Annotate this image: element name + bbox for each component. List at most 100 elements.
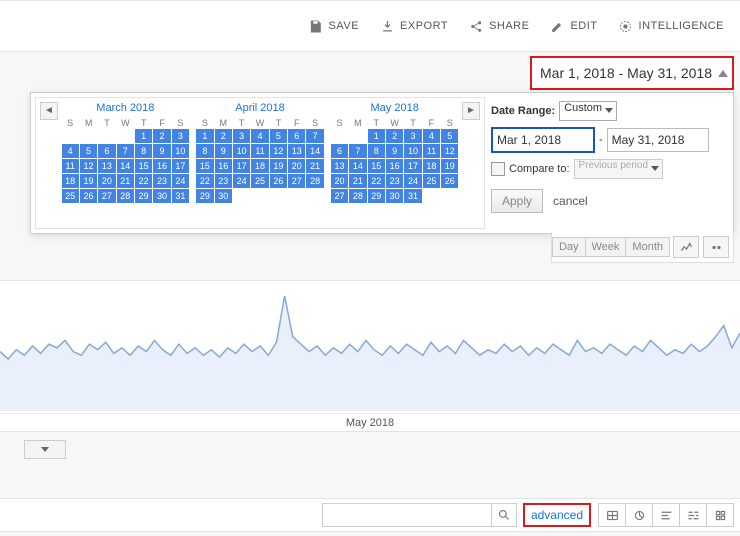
calendar-day-cell[interactable]: 10: [172, 144, 189, 158]
calendar-day-cell[interactable]: 23: [386, 174, 403, 188]
calendar-day-cell[interactable]: 25: [62, 189, 79, 203]
calendar-day-cell[interactable]: 24: [404, 174, 421, 188]
calendar-day-cell[interactable]: 21: [349, 174, 366, 188]
calendar-day-cell[interactable]: 6: [331, 144, 348, 158]
calendar-month-title[interactable]: April 2018: [196, 98, 325, 118]
calendar-day-cell[interactable]: 27: [98, 189, 115, 203]
calendar-day-cell[interactable]: 14: [349, 159, 366, 173]
end-date-input[interactable]: May 31, 2018: [607, 128, 709, 152]
calendar-next-button[interactable]: ►: [462, 102, 480, 120]
calendar-day-cell[interactable]: 4: [251, 129, 268, 143]
calendar-day-cell[interactable]: 11: [251, 144, 268, 158]
calendar-day-cell[interactable]: 31: [172, 189, 189, 203]
calendar-day-cell[interactable]: 21: [306, 159, 323, 173]
calendar-day-cell[interactable]: 27: [288, 174, 305, 188]
calendar-day-cell[interactable]: 17: [404, 159, 421, 173]
date-range-select[interactable]: Custom: [559, 101, 617, 121]
calendar-day-cell[interactable]: 21: [117, 174, 134, 188]
edit-button[interactable]: EDIT: [539, 1, 607, 51]
calendar-day-cell[interactable]: 30: [386, 189, 403, 203]
calendar-day-cell[interactable]: 11: [62, 159, 79, 173]
granularity-month[interactable]: Month: [625, 237, 670, 257]
calendar-day-cell[interactable]: 1: [196, 129, 213, 143]
advanced-link[interactable]: advanced: [531, 508, 583, 522]
chart-compare-toggle[interactable]: [703, 236, 729, 258]
calendar-day-cell[interactable]: 22: [135, 174, 152, 188]
calendar-day-cell[interactable]: 30: [153, 189, 170, 203]
calendar-day-cell[interactable]: 11: [423, 144, 440, 158]
calendar-day-cell[interactable]: 18: [251, 159, 268, 173]
calendar-day-cell[interactable]: 20: [331, 174, 348, 188]
calendar-day-cell[interactable]: 10: [404, 144, 421, 158]
calendar-day-cell[interactable]: 23: [215, 174, 232, 188]
calendar-day-cell[interactable]: 5: [80, 144, 97, 158]
calendar-day-cell[interactable]: 17: [172, 159, 189, 173]
calendar-day-cell[interactable]: 29: [196, 189, 213, 203]
calendar-day-cell[interactable]: 2: [153, 129, 170, 143]
calendar-day-cell[interactable]: 3: [404, 129, 421, 143]
calendar-day-cell[interactable]: 1: [368, 129, 385, 143]
calendar-day-cell[interactable]: 13: [288, 144, 305, 158]
calendar-day-cell[interactable]: 12: [441, 144, 458, 158]
calendar-day-cell[interactable]: 30: [215, 189, 232, 203]
calendar-day-cell[interactable]: 12: [270, 144, 287, 158]
calendar-day-cell[interactable]: 20: [288, 159, 305, 173]
calendar-day-cell[interactable]: 28: [306, 174, 323, 188]
calendar-day-cell[interactable]: 28: [349, 189, 366, 203]
calendar-day-cell[interactable]: 26: [441, 174, 458, 188]
intelligence-button[interactable]: INTELLIGENCE: [608, 1, 734, 51]
compare-select[interactable]: Previous period: [574, 159, 663, 179]
calendar-day-cell[interactable]: 25: [423, 174, 440, 188]
calendar-day-cell[interactable]: 3: [172, 129, 189, 143]
calendar-day-cell[interactable]: 13: [331, 159, 348, 173]
view-performance-button[interactable]: [652, 503, 680, 527]
calendar-day-cell[interactable]: 8: [368, 144, 385, 158]
calendar-day-cell[interactable]: 5: [441, 129, 458, 143]
calendar-day-cell[interactable]: 10: [233, 144, 250, 158]
calendar-day-cell[interactable]: 29: [135, 189, 152, 203]
calendar-day-cell[interactable]: 9: [386, 144, 403, 158]
calendar-day-cell[interactable]: 17: [233, 159, 250, 173]
calendar-day-cell[interactable]: 6: [288, 129, 305, 143]
calendar-day-cell[interactable]: 28: [117, 189, 134, 203]
search-input[interactable]: [323, 505, 491, 525]
view-pie-button[interactable]: [625, 503, 653, 527]
calendar-day-cell[interactable]: 15: [368, 159, 385, 173]
compare-checkbox[interactable]: [491, 162, 505, 176]
calendar-day-cell[interactable]: 7: [349, 144, 366, 158]
calendar-day-cell[interactable]: 24: [233, 174, 250, 188]
calendar-day-cell[interactable]: 4: [62, 144, 79, 158]
chart-line-toggle[interactable]: [673, 236, 699, 258]
calendar-day-cell[interactable]: 19: [441, 159, 458, 173]
export-button[interactable]: EXPORT: [369, 1, 458, 51]
calendar-day-cell[interactable]: 2: [215, 129, 232, 143]
calendar-day-cell[interactable]: 26: [80, 189, 97, 203]
calendar-day-cell[interactable]: 3: [233, 129, 250, 143]
calendar-day-cell[interactable]: 14: [306, 144, 323, 158]
calendar-day-cell[interactable]: 2: [386, 129, 403, 143]
cancel-button[interactable]: cancel: [553, 194, 588, 208]
calendar-day-cell[interactable]: 16: [215, 159, 232, 173]
calendar-day-cell[interactable]: 31: [404, 189, 421, 203]
save-button[interactable]: SAVE: [298, 1, 370, 51]
calendar-month-title[interactable]: May 2018: [330, 98, 459, 118]
view-table-button[interactable]: [598, 503, 626, 527]
calendar-day-cell[interactable]: 4: [423, 129, 440, 143]
calendar-day-cell[interactable]: 7: [117, 144, 134, 158]
calendar-day-cell[interactable]: 14: [117, 159, 134, 173]
calendar-day-cell[interactable]: 9: [153, 144, 170, 158]
search-button[interactable]: [491, 504, 516, 526]
calendar-day-cell[interactable]: 18: [62, 174, 79, 188]
calendar-day-cell[interactable]: 7: [306, 129, 323, 143]
calendar-day-cell[interactable]: 27: [331, 189, 348, 203]
calendar-day-cell[interactable]: 9: [215, 144, 232, 158]
calendar-month-title[interactable]: March 2018: [61, 98, 190, 118]
calendar-day-cell[interactable]: 19: [80, 174, 97, 188]
plot-rows-dropdown[interactable]: [24, 440, 66, 459]
date-range-display[interactable]: Mar 1, 2018 - May 31, 2018: [530, 56, 734, 90]
calendar-day-cell[interactable]: 23: [153, 174, 170, 188]
calendar-day-cell[interactable]: 15: [135, 159, 152, 173]
calendar-day-cell[interactable]: 18: [423, 159, 440, 173]
calendar-day-cell[interactable]: 12: [80, 159, 97, 173]
start-date-input[interactable]: Mar 1, 2018: [491, 127, 595, 153]
